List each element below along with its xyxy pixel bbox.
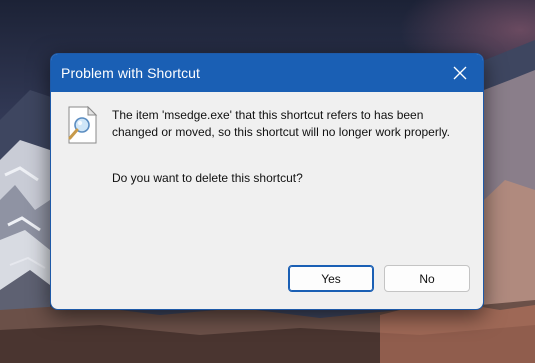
- yes-button[interactable]: Yes: [288, 265, 374, 292]
- dialog-title: Problem with Shortcut: [61, 65, 201, 81]
- dialog-question: Do you want to delete this shortcut?: [112, 171, 303, 185]
- missing-file-search-icon: [68, 106, 98, 144]
- dialog-body: The item 'msedge.exe' that this shortcut…: [51, 92, 483, 309]
- dialog-titlebar[interactable]: Problem with Shortcut: [51, 54, 483, 92]
- no-button[interactable]: No: [384, 265, 470, 292]
- dialog-message: The item 'msedge.exe' that this shortcut…: [112, 108, 450, 139]
- close-icon: [453, 66, 467, 80]
- problem-with-shortcut-dialog: Problem with Shortcut The item 'msedge.e…: [50, 53, 484, 310]
- close-button[interactable]: [437, 54, 483, 92]
